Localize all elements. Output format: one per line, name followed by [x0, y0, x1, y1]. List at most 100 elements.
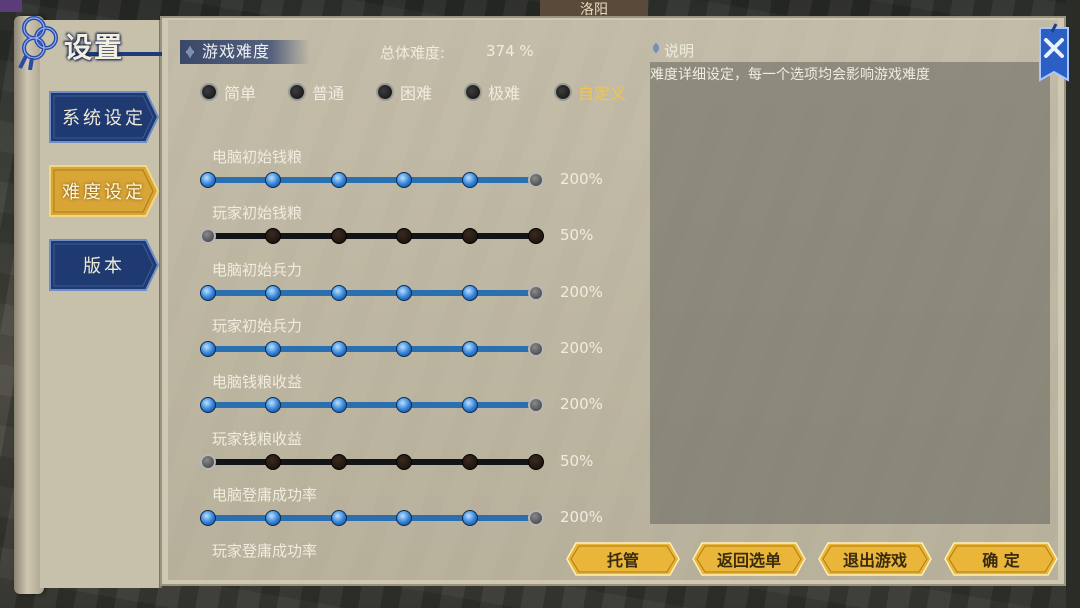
- slider-label: 电脑初始兵力: [212, 260, 303, 279]
- slider-step-node[interactable]: [265, 453, 281, 470]
- slider-step-node[interactable]: [462, 509, 478, 526]
- description-title: 说明: [664, 42, 695, 60]
- slider-value: 200%: [560, 507, 603, 526]
- slider-track[interactable]: [208, 345, 538, 352]
- slider-step-node[interactable]: [331, 340, 347, 357]
- radio-dot-icon: [464, 83, 482, 101]
- slider-step-node[interactable]: [528, 228, 544, 245]
- slider-step-node[interactable]: [200, 172, 216, 188]
- slider-handle[interactable]: [528, 284, 544, 301]
- auto-button[interactable]: 托管: [566, 542, 680, 576]
- nav-difficulty-settings[interactable]: 难度设定: [48, 164, 160, 218]
- slider-step-node[interactable]: [396, 172, 412, 188]
- slider-step-node[interactable]: [265, 509, 281, 526]
- slider-step-node[interactable]: [331, 397, 347, 414]
- button-label: 返回选单: [716, 551, 781, 570]
- slider-step-node[interactable]: [265, 228, 281, 245]
- difficulty-radio[interactable]: 普通: [288, 82, 344, 103]
- slider-step-node[interactable]: [396, 453, 412, 470]
- nav-system-settings[interactable]: 系统设定: [48, 90, 160, 144]
- slider-value: 200%: [560, 338, 603, 357]
- difficulty-radio[interactable]: 自定义: [554, 82, 627, 103]
- slider-handle[interactable]: [200, 228, 216, 245]
- slider-step-node[interactable]: [462, 397, 478, 414]
- radio-label: 极难: [488, 84, 521, 103]
- overall-difficulty-value: 374 %: [486, 42, 534, 60]
- slider-label: 玩家初始兵力: [212, 316, 303, 335]
- slider-value: 200%: [560, 282, 603, 301]
- slider-label: 玩家登庸成功率: [212, 542, 318, 561]
- slider-label: 玩家钱粮收益: [212, 429, 303, 448]
- slider-step-node[interactable]: [462, 284, 478, 301]
- slider-track[interactable]: [208, 458, 538, 465]
- nav-label: 系统设定: [62, 108, 146, 129]
- button-label: 托管: [606, 551, 639, 570]
- slider-step-node[interactable]: [200, 509, 216, 526]
- slider-track[interactable]: [208, 233, 538, 240]
- nav-label: 版本: [83, 256, 125, 277]
- slider-step-node[interactable]: [331, 453, 347, 470]
- slider-track[interactable]: [208, 402, 538, 409]
- button-label: 确 定: [982, 551, 1020, 570]
- radio-dot-icon: [200, 83, 218, 101]
- difficulty-radio[interactable]: 简单: [200, 82, 257, 103]
- slider-step-node[interactable]: [528, 453, 544, 470]
- radio-label: 自定义: [578, 84, 627, 103]
- slider-fill: [208, 514, 536, 521]
- slider-fill: [208, 289, 536, 296]
- nav-label: 难度设定: [62, 182, 146, 203]
- slider-step-node[interactable]: [331, 284, 347, 301]
- slider-track[interactable]: [208, 289, 538, 296]
- slider-step-node[interactable]: [200, 284, 216, 301]
- slider-step-node[interactable]: [265, 172, 281, 188]
- slider-step-node[interactable]: [396, 509, 412, 526]
- slider-step-node[interactable]: [331, 172, 347, 188]
- slider-fill: [208, 345, 536, 352]
- slider-step-node[interactable]: [396, 228, 412, 245]
- slider-value: 200%: [560, 170, 603, 188]
- slider-step-node[interactable]: [396, 284, 412, 301]
- slider-value: 50%: [560, 226, 594, 245]
- close-icon[interactable]: [1034, 22, 1074, 86]
- slider-step-node[interactable]: [396, 397, 412, 414]
- page-title: 设置: [64, 31, 125, 64]
- slider-handle[interactable]: [200, 453, 216, 470]
- slider-step-node[interactable]: [462, 172, 478, 188]
- slider-step-node[interactable]: [396, 340, 412, 357]
- radio-dot-icon: [554, 83, 572, 101]
- diamond-icon: [186, 46, 194, 58]
- slider-handle[interactable]: [528, 397, 544, 414]
- slider-step-node[interactable]: [200, 340, 216, 357]
- slider-label: 玩家初始钱粮: [212, 204, 303, 223]
- button-label: 退出游戏: [842, 551, 907, 570]
- slider-handle[interactable]: [528, 509, 544, 526]
- slider-step-node[interactable]: [462, 340, 478, 357]
- slider-step-node[interactable]: [331, 228, 347, 245]
- slider-fill: [208, 402, 536, 409]
- slider-value: 200%: [560, 395, 603, 414]
- slider-step-node[interactable]: [462, 453, 478, 470]
- difficulty-radio[interactable]: 极难: [464, 82, 521, 103]
- slider-step-node[interactable]: [462, 228, 478, 245]
- slider-step-node[interactable]: [200, 397, 216, 414]
- back-to-menu-button[interactable]: 返回选单: [692, 542, 806, 576]
- slider-fill: [208, 177, 536, 183]
- slider-step-node[interactable]: [265, 397, 281, 414]
- slider-track[interactable]: [208, 514, 538, 521]
- slider-step-node[interactable]: [265, 284, 281, 301]
- nav-version[interactable]: 版本: [48, 238, 160, 292]
- slider-track[interactable]: [208, 177, 538, 183]
- exit-game-button[interactable]: 退出游戏: [818, 542, 932, 576]
- slider-step-node[interactable]: [265, 340, 281, 357]
- radio-label: 简单: [224, 84, 257, 103]
- slider-handle[interactable]: [528, 172, 544, 188]
- knot-emblem-icon: [18, 16, 58, 70]
- slider-handle[interactable]: [528, 340, 544, 357]
- confirm-button[interactable]: 确 定: [944, 542, 1058, 576]
- radio-dot-icon: [376, 83, 394, 101]
- difficulty-radio[interactable]: 困难: [376, 82, 433, 103]
- radio-label: 困难: [400, 84, 433, 103]
- section-tab-label: 游戏难度: [202, 42, 271, 61]
- description-area: [650, 62, 1050, 524]
- slider-step-node[interactable]: [331, 509, 347, 526]
